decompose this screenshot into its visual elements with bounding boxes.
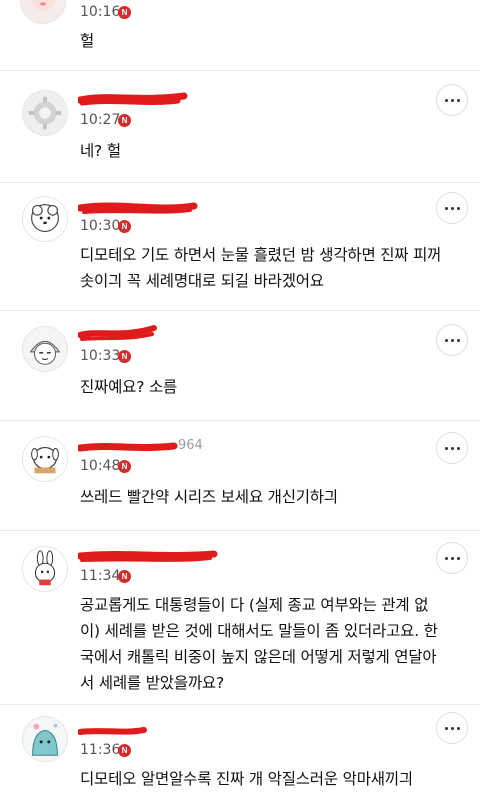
more-icon (444, 206, 460, 210)
more-options-button[interactable] (436, 192, 468, 224)
more-icon (444, 446, 460, 450)
comment-time: 11:36 (80, 742, 121, 758)
more-icon (444, 338, 460, 342)
redacted-username (78, 92, 188, 106)
profile-image (21, 0, 65, 23)
more-icon (444, 726, 460, 730)
profile-image (23, 327, 67, 371)
comment-text: 공교롭게도 대통령들이 다 (실제 종교 여부와는 관계 없 이) 세례를 받은… (80, 596, 438, 692)
divider (0, 704, 480, 705)
avatar[interactable] (22, 436, 68, 482)
comment-text: 네? 헐 (80, 142, 121, 160)
new-badge: N (118, 220, 131, 233)
profile-image (23, 547, 67, 591)
avatar[interactable] (22, 546, 68, 592)
more-icon (444, 98, 460, 102)
divider (0, 70, 480, 71)
new-badge: N (118, 350, 131, 363)
comment-text: 디모테오 기도 하면서 눈물 흘렸던 밤 생각하면 진짜 피꺼 솟이긔 꼭 세례… (80, 246, 442, 290)
comment-time: 10:48 (80, 458, 121, 474)
new-badge: N (118, 6, 131, 19)
comment-text: 쓰레드 빨간약 시리즈 보세요 개신기하긔 (80, 488, 338, 506)
avatar[interactable] (22, 716, 68, 762)
profile-image (23, 197, 67, 241)
profile-image (23, 717, 67, 761)
redacted-username (78, 325, 157, 341)
comment-time: 10:30 (80, 218, 121, 234)
profile-image (23, 91, 67, 135)
redacted-username (78, 442, 178, 452)
comment-time: 11:34 (80, 568, 121, 584)
comment-time: 10:33 (80, 348, 121, 364)
more-options-button[interactable] (436, 712, 468, 744)
avatar[interactable] (22, 326, 68, 372)
new-badge: N (118, 570, 131, 583)
username-fragment: 964 (178, 438, 203, 453)
redacted-username (78, 550, 218, 562)
comment-text: 디모테오 알면알수록 진짜 개 악질스러운 악마새끼긔 (80, 770, 413, 788)
divider (0, 310, 480, 311)
divider (0, 530, 480, 531)
redacted-username (78, 727, 147, 735)
more-icon (444, 556, 460, 560)
avatar[interactable] (20, 0, 66, 24)
divider (0, 420, 480, 421)
profile-image (23, 437, 67, 481)
avatar[interactable] (22, 90, 68, 136)
redacted-username (78, 202, 198, 214)
comment-text: 헐 (80, 32, 95, 50)
comment-time: 10:27 (80, 112, 121, 128)
new-badge: N (118, 744, 131, 757)
divider (0, 182, 480, 183)
comment-text: 진짜예요? 소름 (80, 378, 178, 396)
new-badge: N (118, 460, 131, 473)
more-options-button[interactable] (436, 324, 468, 356)
more-options-button[interactable] (436, 84, 468, 116)
new-badge: N (118, 114, 131, 127)
avatar[interactable] (22, 196, 68, 242)
more-options-button[interactable] (436, 542, 468, 574)
more-options-button[interactable] (436, 432, 468, 464)
comment-time: 10:16 (80, 4, 121, 20)
